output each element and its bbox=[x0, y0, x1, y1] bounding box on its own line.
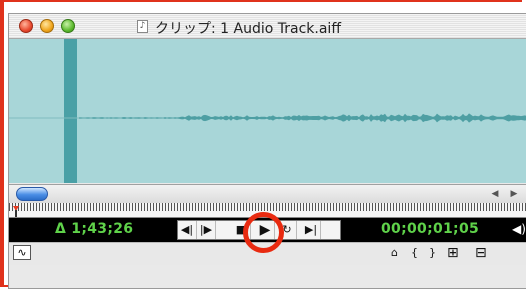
waveform-trace bbox=[79, 113, 526, 123]
window-title: クリップ: 1 Audio Track.aiff bbox=[155, 21, 341, 37]
ruler-ticks bbox=[9, 203, 526, 211]
duration-timecode[interactable]: Δ 1;43;26 bbox=[55, 221, 133, 237]
go-to-out-button[interactable]: ▶| bbox=[302, 221, 321, 239]
in-point-marker[interactable] bbox=[64, 39, 77, 183]
playhead-icon[interactable] bbox=[13, 206, 19, 217]
audio-file-icon: ♪ bbox=[137, 20, 148, 33]
transport-bar: Δ 1;43;26 ◀| |▶ ■ ▶ ↻ ▶| 00;00;01;05 ◀) bbox=[9, 218, 526, 242]
loop-button[interactable]: ↻ bbox=[278, 221, 297, 239]
transport-controls: ◀| |▶ ■ ▶ ↻ ▶| bbox=[177, 220, 341, 240]
current-timecode[interactable]: 00;00;01;05 bbox=[381, 221, 479, 237]
play-button[interactable]: ▶ bbox=[256, 221, 275, 239]
waveform-display[interactable] bbox=[9, 39, 526, 183]
scroll-right-arrow[interactable]: ▶ bbox=[506, 187, 522, 201]
overlay-button[interactable]: ⊟ bbox=[475, 245, 487, 261]
close-button[interactable] bbox=[19, 19, 33, 33]
mark-in-button[interactable]: { bbox=[411, 245, 418, 261]
minimize-button[interactable] bbox=[40, 19, 54, 33]
waveform-svg bbox=[9, 39, 526, 183]
step-back-button[interactable]: ◀| bbox=[178, 221, 197, 239]
set-in-button[interactable]: ⌂ bbox=[391, 245, 398, 261]
scroll-left-arrow[interactable]: ◀ bbox=[487, 187, 503, 201]
title-bar[interactable]: ♪ クリップ: 1 Audio Track.aiff bbox=[9, 14, 526, 39]
edit-toolbar: ∿ ⌂ { } ⊞ ⊟ bbox=[9, 242, 526, 265]
step-forward-button[interactable]: |▶ bbox=[197, 221, 216, 239]
horizontal-scrollbar[interactable]: ◀ ▶ bbox=[9, 184, 526, 204]
clip-window: ♪ クリップ: 1 Audio Track.aiff ◀ ▶ Δ 1;43;26… bbox=[8, 13, 526, 289]
time-ruler[interactable] bbox=[9, 203, 526, 218]
scroll-thumb[interactable] bbox=[16, 187, 48, 201]
stop-button[interactable]: ■ bbox=[232, 221, 251, 239]
speaker-icon[interactable]: ◀) bbox=[512, 222, 526, 236]
waveform-icon[interactable]: ∿ bbox=[13, 245, 31, 260]
zoom-button[interactable] bbox=[61, 19, 75, 33]
mark-out-button[interactable]: } bbox=[429, 245, 436, 261]
insert-button[interactable]: ⊞ bbox=[447, 245, 459, 261]
